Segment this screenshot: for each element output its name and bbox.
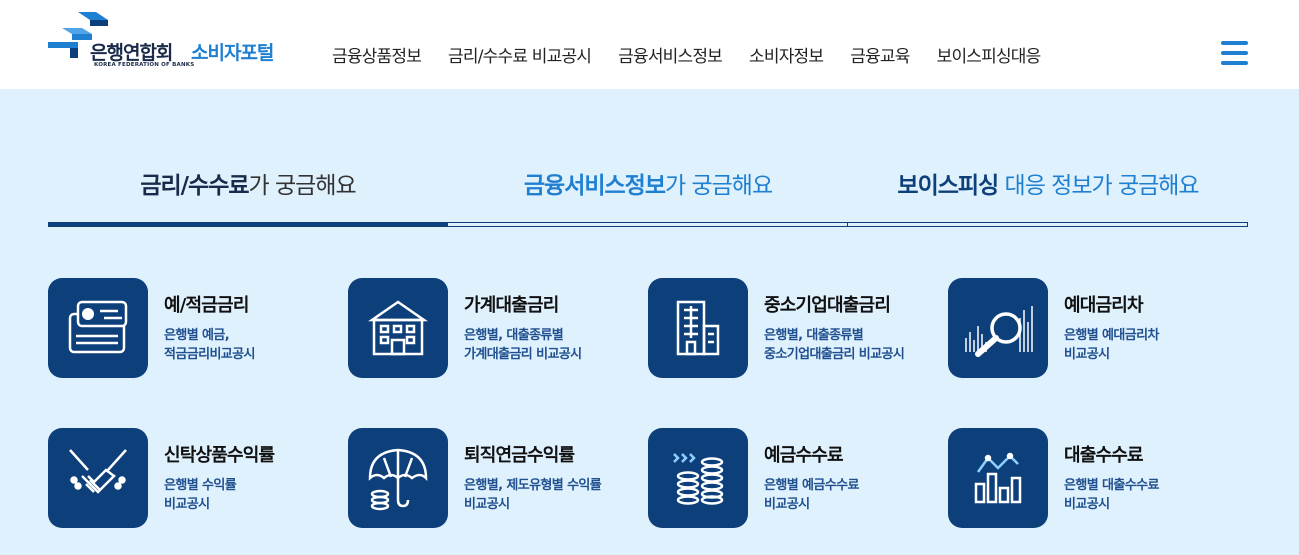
card-title: 중소기업대출금리 [764, 295, 891, 316]
tab-label: 금리/수수료가 궁금해요 [140, 173, 356, 199]
nav-financial-services[interactable]: 금융서비스정보 [618, 42, 723, 67]
card-description: 은행별 예금수수료 비교공시 [764, 478, 859, 512]
card-description: 은행별 예대금리차 비교공시 [1064, 328, 1159, 362]
card-title: 가계대출금리 [464, 295, 559, 316]
site-logo[interactable]: 은행연합회 KOREA FEDERATION OF BANKS 소비자포털 [48, 10, 298, 72]
tab-rate-fee[interactable]: 금리/수수료가 궁금해요 [48, 163, 448, 228]
nav-consumer-info[interactable]: 소비자정보 [749, 42, 824, 67]
card-title: 예/적금금리 [164, 295, 249, 316]
card-description: 은행별 예금, 적금금리비교공시 [164, 328, 255, 362]
card-trust-returns[interactable]: 신탁상품수익률 은행별 수익률 비교공시 [48, 428, 348, 528]
org-name: 은행연합회 [90, 42, 173, 64]
tab-label: 보이스피싱 대응 정보가 궁금해요 [897, 173, 1199, 199]
card-household-loan-rate[interactable]: 가계대출금리 은행별, 대출종류별 가계대출금리 비교공시 [348, 278, 648, 378]
card-rate-spread[interactable]: 예대금리차 은행별 예대금리차 비교공시 [948, 278, 1248, 378]
card-description: 은행별, 제도유형별 수익률 비교공시 [464, 478, 602, 512]
nav-financial-education[interactable]: 금융교육 [850, 42, 910, 67]
hamburger-menu-icon[interactable] [1221, 41, 1248, 67]
card-title: 대출수수료 [1064, 445, 1144, 466]
nav-voice-phishing[interactable]: 보이스피싱대응 [937, 42, 1042, 67]
card-title: 퇴직연금수익률 [464, 445, 575, 466]
tab-voice-phishing[interactable]: 보이스피싱 대응 정보가 궁금해요 [848, 163, 1248, 228]
magnifier-chart-icon [948, 278, 1048, 378]
bank-building-icon [348, 278, 448, 378]
tab-label: 금융서비스정보가 궁금해요 [523, 173, 773, 199]
tab-active-indicator [48, 222, 448, 227]
bar-line-chart-icon [948, 428, 1048, 528]
main-panel: 금리/수수료가 궁금해요 금융서비스정보가 궁금해요 보이스피싱 대응 정보가 … [0, 89, 1299, 555]
card-title: 신탁상품수익률 [164, 445, 275, 466]
nav-rate-fee-comparison[interactable]: 금리/수수료 비교공시 [448, 42, 592, 67]
nav-financial-products[interactable]: 금융상품정보 [332, 42, 422, 67]
coin-stack-icon [648, 428, 748, 528]
card-description: 은행별, 대출종류별 중소기업대출금리 비교공시 [764, 328, 905, 362]
card-deposit-fees[interactable]: 예금수수료 은행별 예금수수료 비교공시 [648, 428, 948, 528]
card-title: 예금수수료 [764, 445, 844, 466]
card-savings-rate[interactable]: 예/적금금리 은행별 예금, 적금금리비교공시 [48, 278, 348, 378]
card-description: 은행별 수익률 비교공시 [164, 478, 237, 512]
card-title: 예대금리차 [1064, 295, 1144, 316]
portal-name: 소비자포털 [191, 42, 274, 64]
card-sme-loan-rate[interactable]: 중소기업대출금리 은행별, 대출종류별 중소기업대출금리 비교공시 [648, 278, 948, 378]
card-pension-returns[interactable]: 퇴직연금수익률 은행별, 제도유형별 수익률 비교공시 [348, 428, 648, 528]
card-payment-icon [48, 278, 148, 378]
org-english-name: KOREA FEDERATION OF BANKS [94, 62, 195, 68]
office-building-icon [648, 278, 748, 378]
handshake-icon [48, 428, 148, 528]
tab-financial-services[interactable]: 금융서비스정보가 궁금해요 [448, 163, 848, 228]
card-description: 은행별, 대출종류별 가계대출금리 비교공시 [464, 328, 582, 362]
umbrella-coins-icon [348, 428, 448, 528]
main-nav: 금융상품정보 금리/수수료 비교공시 금융서비스정보 소비자정보 금융교육 보이… [332, 42, 1041, 67]
site-header: 은행연합회 KOREA FEDERATION OF BANKS 소비자포털 금융… [0, 0, 1299, 89]
tab-divider [847, 222, 848, 227]
card-loan-fees[interactable]: 대출수수료 은행별 대출수수료 비교공시 [948, 428, 1248, 528]
card-description: 은행별 대출수수료 비교공시 [1064, 478, 1159, 512]
topic-tabs: 금리/수수료가 궁금해요 금융서비스정보가 궁금해요 보이스피싱 대응 정보가 … [48, 163, 1248, 228]
